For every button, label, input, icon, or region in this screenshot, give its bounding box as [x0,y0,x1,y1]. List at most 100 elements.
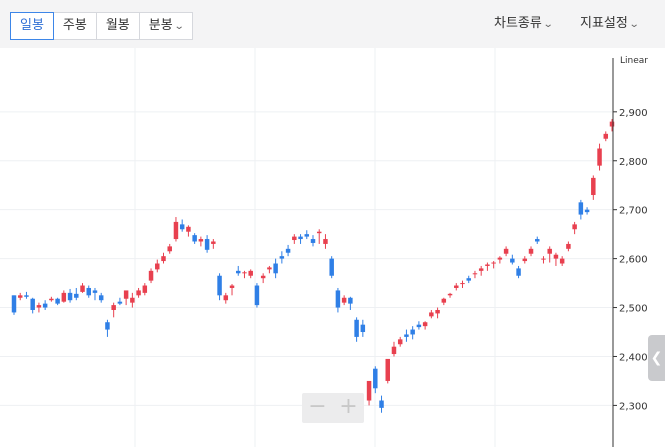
candle-body [11,295,17,313]
candle-body [30,298,35,310]
candle [323,234,328,249]
candle [547,246,552,263]
candle [136,287,141,298]
candle-body [379,400,384,408]
candle-body [572,224,577,230]
candle-body [541,258,546,260]
y-tick-label: 2,900 [619,108,648,119]
candle-body [566,243,571,249]
tab-daily-label: 일봉 [20,18,44,33]
candle-body [42,303,48,308]
candle [316,229,322,244]
candle-body [354,319,359,337]
price-axis-ticks: 2,900 2,800 2,700 2,600 2,500 2,400 2,300 [613,108,648,412]
candle-body [236,270,241,274]
candle-body [510,258,515,263]
candle-body [161,256,166,262]
candle [478,265,484,276]
candle-body [105,322,110,330]
candle [192,233,197,244]
candle [267,265,272,274]
candle-body [92,290,98,293]
candle-body [584,209,590,213]
candle [485,262,490,271]
candle-body [497,257,503,260]
candle [61,290,67,303]
candle-body [404,334,409,337]
candle-body [198,239,204,242]
zoom-out-button[interactable]: − [302,393,333,423]
candle [447,292,453,298]
chevron-down-icon: ⌄ [173,21,185,32]
tab-weekly[interactable]: 주봉 [52,12,97,40]
candle-body [310,239,316,243]
candlestick-chart[interactable]: Linear 2,900 2,800 2,700 2,600 2,500 2,400 2,3… [0,48,665,447]
candle-body [55,298,60,304]
candle-body [17,295,23,298]
candle-body [167,246,172,252]
candle [354,317,359,342]
candle-body [591,177,596,196]
candle [535,236,540,244]
candle-body [123,290,129,299]
candle-body [609,121,615,127]
candle [454,283,459,291]
candle-body [273,263,278,274]
candle-body [267,267,272,270]
candle [161,252,166,264]
candle [17,292,23,301]
chart-type-menu[interactable]: 차트종류⌄ [494,14,554,35]
candle-body [323,239,328,244]
candle-body [67,292,73,301]
candle [597,143,602,171]
candle [522,256,528,264]
candle [173,217,179,242]
y-tick-label: 2,800 [619,157,648,168]
indicator-settings-menu[interactable]: 지표설정⌄ [580,14,639,35]
y-tick-label: 2,600 [619,255,648,266]
candle-body [485,264,490,266]
candle [74,287,79,301]
tab-monthly[interactable]: 월봉 [95,12,140,40]
candle [379,395,384,413]
y-tick-label: 2,400 [619,352,648,363]
candle-body [192,235,197,242]
candle-body [254,285,260,306]
candle [366,380,372,406]
candle [223,292,229,304]
candle-body [117,301,123,304]
candle-series [11,119,615,413]
candle-body [547,248,552,254]
candle [123,290,129,306]
indicator-settings-label: 지표설정 [580,16,628,31]
tab-daily[interactable]: 일봉 [10,12,54,40]
candle-body [416,324,422,328]
candle [248,269,253,279]
zoom-in-button[interactable]: + [333,393,364,423]
candle [422,321,428,330]
candle-body [491,262,496,264]
candle-body [86,287,91,296]
chevron-left-icon: ❮ [650,350,663,366]
candle-body [478,268,484,271]
side-panel-toggle[interactable]: ❮ [648,335,665,381]
candle [142,283,148,296]
candle [466,275,471,284]
candle [217,273,222,301]
candle [30,297,35,314]
chevron-down-icon: ⌄ [542,19,554,30]
chart-grid [0,48,612,447]
candle [67,288,73,303]
candle [254,283,260,308]
tab-minute[interactable]: 분봉⌄ [138,12,194,40]
candle [528,246,534,257]
candle [497,256,503,264]
y-tick-label: 2,300 [619,401,648,412]
candle-body [285,248,291,253]
candle [609,119,615,132]
candle [130,292,135,308]
candle [111,302,116,318]
candle-body [559,258,565,264]
candle [117,297,123,306]
candle [460,280,465,288]
